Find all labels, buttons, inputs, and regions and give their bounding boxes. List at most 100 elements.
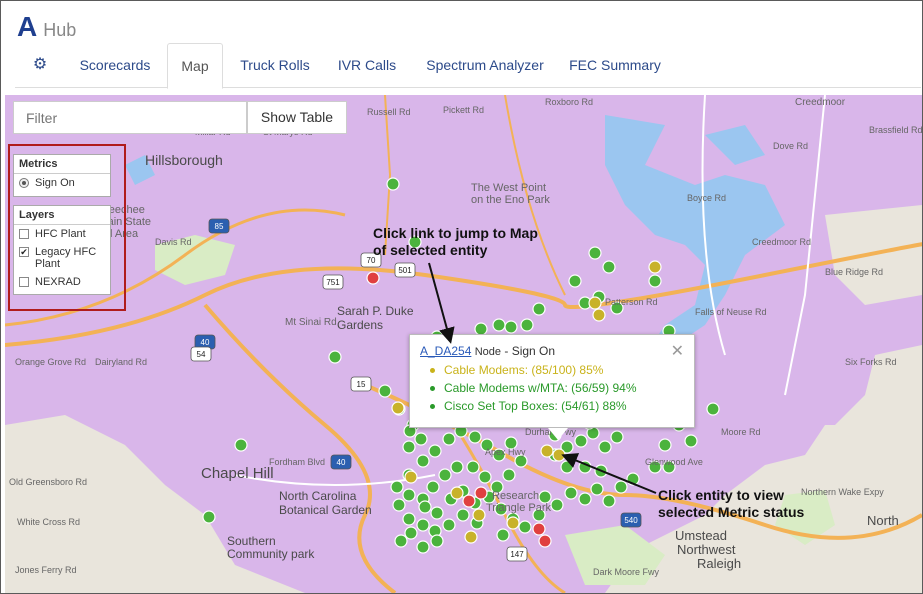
- map-node-marker[interactable]: [442, 432, 456, 446]
- map-node-marker[interactable]: [402, 440, 416, 454]
- map-node-marker[interactable]: [588, 296, 602, 310]
- map-node-marker[interactable]: [402, 512, 416, 526]
- map-node-marker[interactable]: [428, 444, 442, 458]
- map-node-marker[interactable]: [506, 516, 520, 530]
- map-node-marker[interactable]: [684, 434, 698, 448]
- show-table-button[interactable]: Show Table: [247, 101, 347, 134]
- map-node-marker[interactable]: [472, 508, 486, 522]
- map-node-marker[interactable]: [602, 260, 616, 274]
- map-node-marker[interactable]: [614, 480, 628, 494]
- map-place-label: Research: [492, 490, 539, 502]
- map-node-marker[interactable]: [430, 534, 444, 548]
- map-place-label: Botanical Garden: [279, 503, 372, 517]
- route-shield-label: 40: [337, 458, 346, 467]
- map-node-marker[interactable]: [588, 246, 602, 260]
- map-node-marker[interactable]: [466, 460, 480, 474]
- layer-legacy-hfc-plant[interactable]: ✔ Legacy HFC Plant: [14, 243, 110, 273]
- map-node-marker[interactable]: [474, 486, 488, 500]
- map-node-marker[interactable]: [450, 486, 464, 500]
- map-node-marker[interactable]: [626, 472, 640, 486]
- map-place-label: Russell Rd: [367, 107, 411, 117]
- map-node-marker[interactable]: [578, 460, 592, 474]
- brand-logo[interactable]: A Hub: [17, 11, 76, 43]
- map-node-marker[interactable]: [592, 308, 606, 322]
- route-shield: 15: [350, 376, 372, 392]
- map-node-marker[interactable]: [394, 534, 408, 548]
- map-node-marker[interactable]: [478, 470, 492, 484]
- metric-option-sign-on[interactable]: Sign On: [14, 174, 110, 192]
- filter-input[interactable]: [13, 101, 247, 134]
- map-node-marker[interactable]: [550, 498, 564, 512]
- map-node-marker[interactable]: [648, 260, 662, 274]
- map-node-marker[interactable]: [552, 448, 566, 462]
- map-node-marker[interactable]: [450, 460, 464, 474]
- map-node-marker[interactable]: [438, 468, 452, 482]
- map-node-marker[interactable]: [496, 528, 510, 542]
- map-node-marker[interactable]: [518, 520, 532, 534]
- checkbox-icon[interactable]: [19, 277, 29, 287]
- tab-scorecards[interactable]: Scorecards: [65, 43, 165, 88]
- tab-spectrum-analyzer[interactable]: Spectrum Analyzer: [410, 43, 560, 88]
- map-node-marker[interactable]: [602, 494, 616, 508]
- map-node-marker[interactable]: [590, 482, 604, 496]
- map-node-marker[interactable]: [492, 318, 506, 332]
- map-node-marker[interactable]: [392, 498, 406, 512]
- metric-row-text: Cisco Set Top Boxes: (54/61) 88%: [444, 399, 627, 413]
- map-node-marker[interactable]: [402, 488, 416, 502]
- map-node-marker[interactable]: [414, 432, 428, 446]
- entity-link[interactable]: A_DA254: [420, 344, 471, 358]
- map-node-marker[interactable]: [540, 444, 554, 458]
- map-node-marker[interactable]: [538, 534, 552, 548]
- tab-map[interactable]: Map: [167, 43, 223, 89]
- map-node-marker[interactable]: [366, 271, 380, 285]
- map-node-marker[interactable]: [594, 464, 608, 478]
- map-node-marker[interactable]: [520, 318, 534, 332]
- checkbox-checked-icon[interactable]: ✔: [19, 247, 29, 257]
- map-node-marker[interactable]: [416, 540, 430, 554]
- map-node-marker[interactable]: [328, 350, 342, 364]
- map-node-marker[interactable]: [442, 518, 456, 532]
- map-place-label: Gardens: [337, 318, 383, 332]
- map-node-marker[interactable]: [502, 468, 516, 482]
- map-node-marker[interactable]: [378, 384, 392, 398]
- tab-truck-rolls[interactable]: Truck Rolls: [225, 43, 325, 88]
- map-node-marker[interactable]: [598, 440, 612, 454]
- map-node-marker[interactable]: [532, 522, 546, 536]
- map-node-marker[interactable]: [462, 494, 476, 508]
- map-node-marker[interactable]: [430, 506, 444, 520]
- map-node-marker[interactable]: [202, 510, 216, 524]
- map-node-marker[interactable]: [391, 401, 405, 415]
- map-node-marker[interactable]: [386, 177, 400, 191]
- map-node-marker[interactable]: [456, 508, 470, 522]
- map-place-label: Hillsborough: [145, 152, 223, 168]
- map-node-marker[interactable]: [404, 526, 418, 540]
- map-node-marker[interactable]: [610, 430, 624, 444]
- tab-settings[interactable]: ⚙: [25, 43, 55, 88]
- layer-nexrad[interactable]: NEXRAD: [14, 273, 110, 291]
- map-node-marker[interactable]: [234, 438, 248, 452]
- map-node-marker[interactable]: [560, 460, 574, 474]
- map-node-marker[interactable]: [532, 302, 546, 316]
- map-node-marker[interactable]: [504, 320, 518, 334]
- map-node-marker[interactable]: [468, 430, 482, 444]
- close-icon[interactable]: ✕: [671, 341, 684, 361]
- map-node-marker[interactable]: [464, 530, 478, 544]
- map-node-marker[interactable]: [418, 500, 432, 514]
- checkbox-icon[interactable]: [19, 229, 29, 239]
- map-node-marker[interactable]: [578, 492, 592, 506]
- map-node-marker[interactable]: [658, 438, 672, 452]
- map-node-marker[interactable]: [416, 454, 430, 468]
- map-node-marker[interactable]: [416, 518, 430, 532]
- layer-hfc-plant[interactable]: HFC Plant: [14, 225, 110, 243]
- map-node-marker[interactable]: [404, 470, 418, 484]
- map-node-marker[interactable]: [574, 434, 588, 448]
- radio-icon[interactable]: [19, 178, 29, 188]
- map-node-marker[interactable]: [648, 274, 662, 288]
- map-node-marker[interactable]: [390, 480, 404, 494]
- map-node-marker[interactable]: [564, 486, 578, 500]
- map-node-marker[interactable]: [706, 402, 720, 416]
- map-node-marker[interactable]: [568, 274, 582, 288]
- tab-ivr-calls[interactable]: IVR Calls: [327, 43, 407, 88]
- map-node-marker[interactable]: [426, 480, 440, 494]
- tab-fec-summary[interactable]: FEC Summary: [560, 43, 670, 88]
